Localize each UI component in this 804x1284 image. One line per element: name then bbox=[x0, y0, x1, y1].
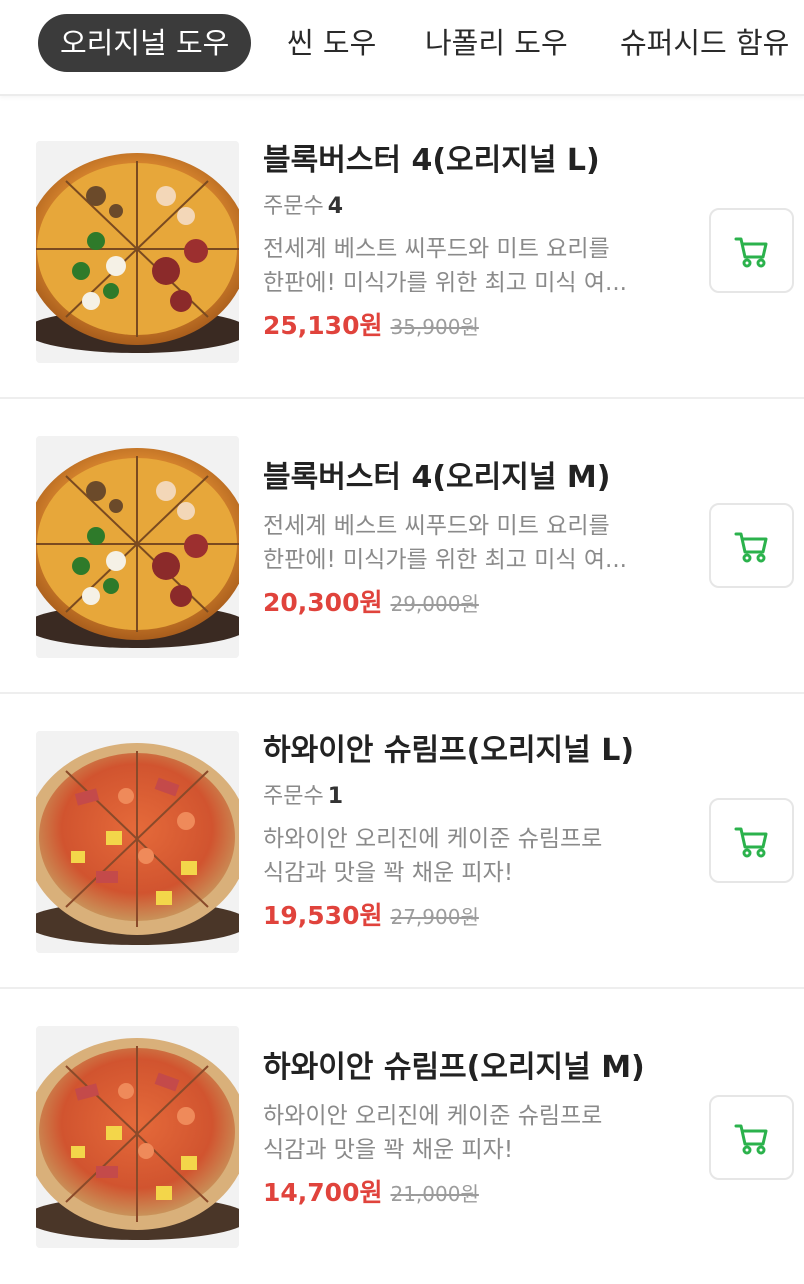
shopping-cart-icon bbox=[734, 1124, 767, 1154]
description-line: 식감과 맛을 꽉 채운 피자! bbox=[263, 1137, 514, 1163]
pizza-blockbuster-image[interactable] bbox=[36, 141, 239, 363]
pizza-hawaiian-shrimp-image[interactable] bbox=[36, 731, 239, 953]
sale-price: 20,300원 bbox=[263, 588, 383, 617]
product-list: 블록버스터 4(오리지널 L) 주문수 4 전세계 베스트 씨푸드와 미트 요리를… bbox=[0, 104, 804, 1284]
product-description: 전세계 베스트 씨푸드와 미트 요리를 한판에! 미식가를 위한 최고 미식 여… bbox=[263, 232, 683, 300]
order-count-value: 4 bbox=[327, 194, 344, 219]
product-name[interactable]: 블록버스터 4(오리지널 M) bbox=[263, 459, 683, 497]
description-line: 한판에! 미식가를 위한 최고 미식 여... bbox=[263, 270, 627, 296]
order-count: 주문수 1 bbox=[263, 782, 683, 812]
order-count-label: 주문수 bbox=[263, 784, 324, 809]
product-info: 블록버스터 4(오리지널 M) 전세계 베스트 씨푸드와 미트 요리를 한판에!… bbox=[263, 459, 683, 624]
add-to-cart-button[interactable] bbox=[709, 208, 794, 293]
original-price: 21,000원 bbox=[390, 1182, 479, 1206]
price-row: 25,130원 35,900원 bbox=[263, 308, 683, 347]
product-name[interactable]: 하와이안 슈림프(오리지널 L) bbox=[263, 732, 683, 770]
product-item[interactable]: 하와이안 슈림프(오리지널 L) 주문수 1 하와이안 오리진에 케이준 슈림프로… bbox=[0, 694, 804, 989]
description-line: 식감과 맛을 꽉 채운 피자! bbox=[263, 860, 514, 886]
sale-price: 25,130원 bbox=[263, 311, 383, 340]
tab-napoli-dough[interactable]: 나폴리 도우 bbox=[425, 14, 568, 72]
product-info: 블록버스터 4(오리지널 L) 주문수 4 전세계 베스트 씨푸드와 미트 요리를… bbox=[263, 142, 683, 347]
product-description: 하와이안 오리진에 케이준 슈림프로 식감과 맛을 꽉 채운 피자! bbox=[263, 822, 683, 890]
description-line: 하와이안 오리진에 케이준 슈림프로 bbox=[263, 1103, 603, 1129]
tab-superseed[interactable]: 슈퍼시드 함유 bbox=[620, 14, 789, 72]
price-row: 14,700원 21,000원 bbox=[263, 1175, 683, 1214]
dough-tab-bar: 오리지널 도우 씬 도우 나폴리 도우 슈퍼시드 함유 bbox=[0, 0, 804, 96]
price-row: 19,530원 27,900원 bbox=[263, 898, 683, 937]
product-info: 하와이안 슈림프(오리지널 M) 하와이안 오리진에 케이준 슈림프로 식감과 … bbox=[263, 1049, 683, 1214]
product-item[interactable]: 블록버스터 4(오리지널 M) 전세계 베스트 씨푸드와 미트 요리를 한판에!… bbox=[0, 399, 804, 694]
sale-price: 19,530원 bbox=[263, 901, 383, 930]
description-line: 한판에! 미식가를 위한 최고 미식 여... bbox=[263, 547, 627, 573]
product-name[interactable]: 하와이안 슈림프(오리지널 M) bbox=[263, 1049, 683, 1087]
product-name[interactable]: 블록버스터 4(오리지널 L) bbox=[263, 142, 683, 180]
order-count: 주문수 4 bbox=[263, 192, 683, 222]
description-line: 전세계 베스트 씨푸드와 미트 요리를 bbox=[263, 236, 610, 262]
pizza-hawaiian-shrimp-image[interactable] bbox=[36, 1026, 239, 1248]
original-price: 27,900원 bbox=[390, 905, 479, 929]
description-line: 하와이안 오리진에 케이준 슈림프로 bbox=[263, 826, 603, 852]
shopping-cart-icon bbox=[734, 532, 767, 562]
add-to-cart-button[interactable] bbox=[709, 503, 794, 588]
add-to-cart-button[interactable] bbox=[709, 1095, 794, 1180]
original-price: 35,900원 bbox=[390, 315, 479, 339]
sale-price: 14,700원 bbox=[263, 1178, 383, 1207]
order-count-value: 1 bbox=[327, 784, 344, 809]
product-item[interactable]: 하와이안 슈림프(오리지널 M) 하와이안 오리진에 케이준 슈림프로 식감과 … bbox=[0, 989, 804, 1284]
price-row: 20,300원 29,000원 bbox=[263, 585, 683, 624]
product-info: 하와이안 슈림프(오리지널 L) 주문수 1 하와이안 오리진에 케이준 슈림프로… bbox=[263, 732, 683, 937]
product-description: 하와이안 오리진에 케이준 슈림프로 식감과 맛을 꽉 채운 피자! bbox=[263, 1099, 683, 1167]
pizza-blockbuster-image[interactable] bbox=[36, 436, 239, 658]
shopping-cart-icon bbox=[734, 237, 767, 267]
shopping-cart-icon bbox=[734, 827, 767, 857]
tab-original-dough[interactable]: 오리지널 도우 bbox=[38, 14, 252, 72]
add-to-cart-button[interactable] bbox=[709, 798, 794, 883]
tab-thin-dough[interactable]: 씬 도우 bbox=[287, 14, 376, 72]
product-description: 전세계 베스트 씨푸드와 미트 요리를 한판에! 미식가를 위한 최고 미식 여… bbox=[263, 509, 683, 577]
description-line: 전세계 베스트 씨푸드와 미트 요리를 bbox=[263, 513, 610, 539]
product-item[interactable]: 블록버스터 4(오리지널 L) 주문수 4 전세계 베스트 씨푸드와 미트 요리를… bbox=[0, 104, 804, 399]
original-price: 29,000원 bbox=[390, 592, 479, 616]
order-count-label: 주문수 bbox=[263, 194, 324, 219]
